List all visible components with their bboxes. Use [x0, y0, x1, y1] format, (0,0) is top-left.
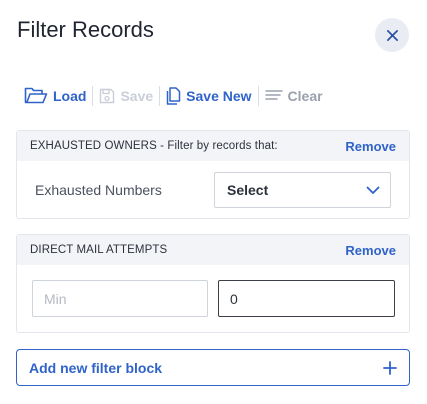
max-input[interactable]	[218, 280, 395, 317]
filter-block-header: DIRECT MAIL ATTEMPTS Remove	[17, 235, 409, 265]
save-icon	[100, 88, 115, 104]
filter-block-title: DIRECT MAIL ATTEMPTS	[30, 244, 168, 256]
close-icon	[386, 29, 398, 41]
toolbar-divider	[92, 86, 94, 106]
load-button[interactable]: Load	[24, 87, 86, 105]
filter-block-direct-mail: DIRECT MAIL ATTEMPTS Remove	[16, 234, 410, 333]
plus-icon	[383, 360, 397, 375]
remove-block-button[interactable]: Remove	[345, 139, 396, 154]
save-button[interactable]: Save	[99, 88, 153, 104]
close-button[interactable]	[375, 18, 409, 52]
toolbar-divider	[159, 86, 161, 106]
clear-button[interactable]: Clear	[264, 88, 323, 104]
page-title: Filter Records	[17, 17, 154, 42]
save-new-button[interactable]: Save New	[166, 87, 252, 105]
document-icon	[166, 87, 181, 105]
clear-lines-icon	[264, 90, 283, 100]
filter-block-exhausted-owners: EXHAUSTED OWNERS - Filter by records tha…	[16, 130, 410, 219]
chevron-down-icon	[366, 186, 380, 194]
save-new-label: Save New	[186, 88, 252, 104]
select-value: Select	[227, 182, 269, 198]
add-filter-block-label: Add new filter block	[29, 359, 163, 376]
remove-block-button[interactable]: Remove	[345, 243, 396, 258]
toolbar: Load Save Save New Clear	[24, 84, 323, 108]
filter-block-header: EXHAUSTED OWNERS - Filter by records tha…	[17, 131, 409, 161]
load-label: Load	[53, 88, 87, 104]
folder-open-icon	[24, 87, 48, 104]
min-input[interactable]	[32, 280, 208, 317]
save-label: Save	[120, 88, 154, 104]
add-filter-block-button[interactable]: Add new filter block	[16, 349, 410, 386]
clear-label: Clear	[287, 88, 323, 104]
toolbar-divider	[257, 86, 259, 106]
exhausted-numbers-select[interactable]: Select	[214, 172, 391, 208]
filter-block-title: EXHAUSTED OWNERS - Filter by records tha…	[30, 140, 278, 152]
exhausted-numbers-label: Exhausted Numbers	[35, 182, 162, 198]
